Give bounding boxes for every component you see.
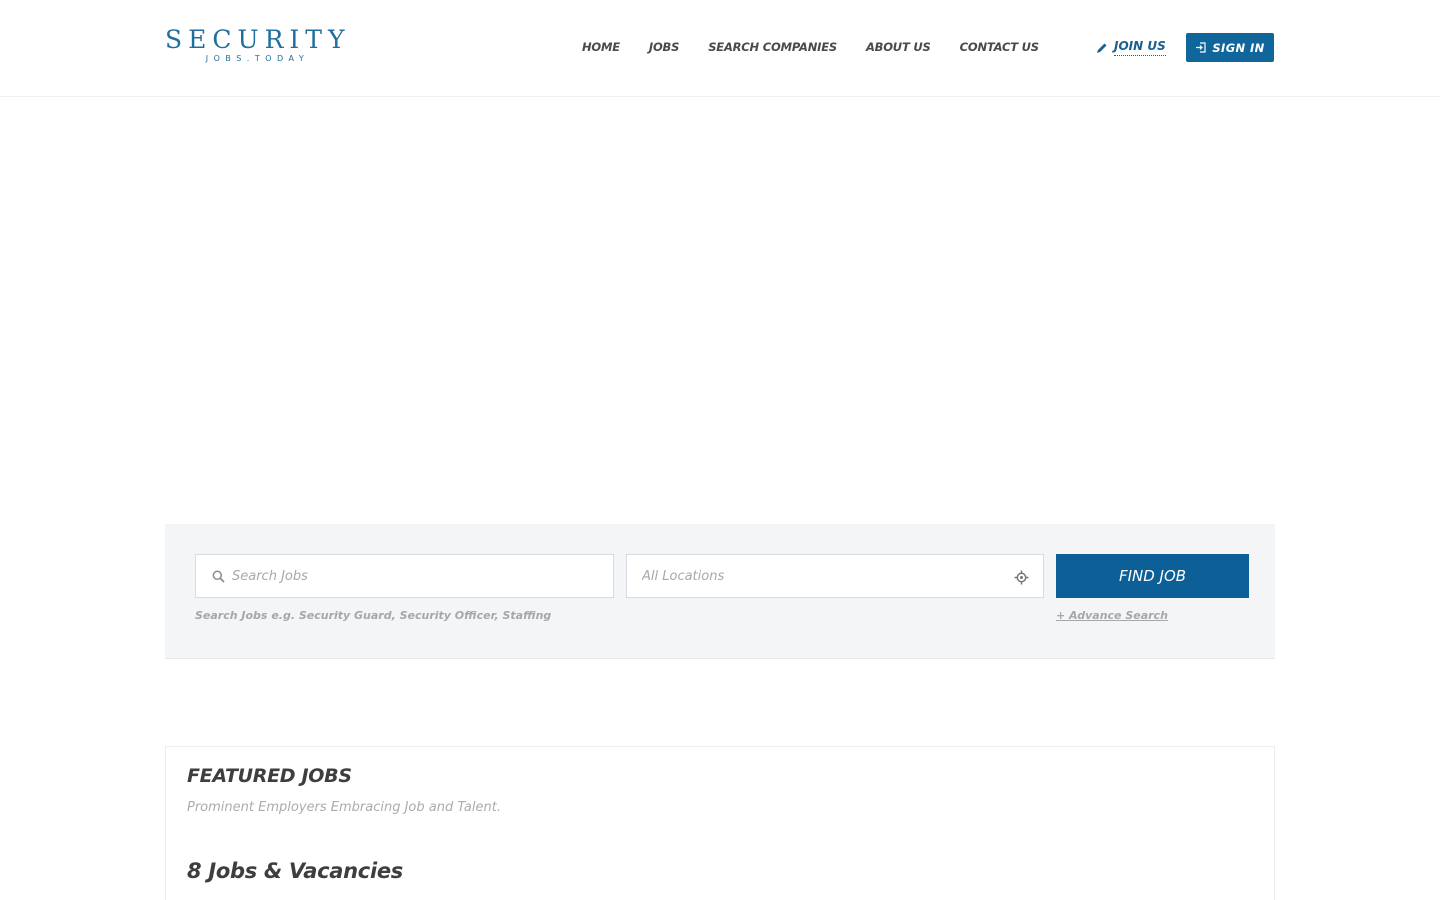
- jobs-count-heading: 8 Jobs & Vacancies: [187, 859, 403, 883]
- sign-in-label: SIGN IN: [1212, 40, 1265, 55]
- featured-jobs-subtitle: Prominent Employers Embracing Job and Ta…: [187, 800, 501, 815]
- job-search-panel: FIND JOB Search Jobs e.g. Security Guard…: [165, 524, 1275, 659]
- crosshair-icon[interactable]: [1014, 570, 1029, 585]
- logo-main-text: SECURITY: [165, 25, 351, 54]
- search-hint: Search Jobs e.g. Security Guard, Securit…: [195, 609, 552, 622]
- featured-jobs-section: FEATURED JOBS Prominent Employers Embrac…: [165, 746, 1275, 900]
- job-search-field: [195, 554, 614, 598]
- advance-search-link[interactable]: + Advance Search: [1056, 609, 1168, 622]
- nav-search-companies[interactable]: SEARCH COMPANIES: [708, 40, 837, 54]
- join-us-link[interactable]: JOIN US: [1095, 39, 1166, 56]
- main-nav: HOME JOBS SEARCH COMPANIES ABOUT US CONT…: [582, 40, 1068, 54]
- nav-home[interactable]: HOME: [582, 40, 620, 54]
- logo-sub-text: JOBS.TODAY: [205, 54, 310, 63]
- join-us-label: JOIN US: [1114, 39, 1166, 56]
- nav-about-us[interactable]: ABOUT US: [866, 40, 931, 54]
- site-logo[interactable]: SECURITY JOBS.TODAY: [165, 27, 350, 64]
- featured-jobs-title: FEATURED JOBS: [187, 765, 352, 787]
- site-header: SECURITY JOBS.TODAY HOME JOBS SEARCH COM…: [0, 0, 1440, 97]
- job-search-input[interactable]: [232, 555, 602, 597]
- nav-jobs[interactable]: JOBS: [649, 40, 680, 54]
- location-field: [626, 554, 1044, 598]
- search-icon: [212, 570, 225, 583]
- sign-in-icon: [1196, 42, 1206, 53]
- nav-contact-us[interactable]: CONTACT US: [960, 40, 1039, 54]
- sign-in-button[interactable]: SIGN IN: [1186, 33, 1274, 62]
- find-job-button[interactable]: FIND JOB: [1056, 554, 1249, 598]
- location-input[interactable]: [642, 555, 1002, 597]
- pencil-icon: [1097, 43, 1107, 53]
